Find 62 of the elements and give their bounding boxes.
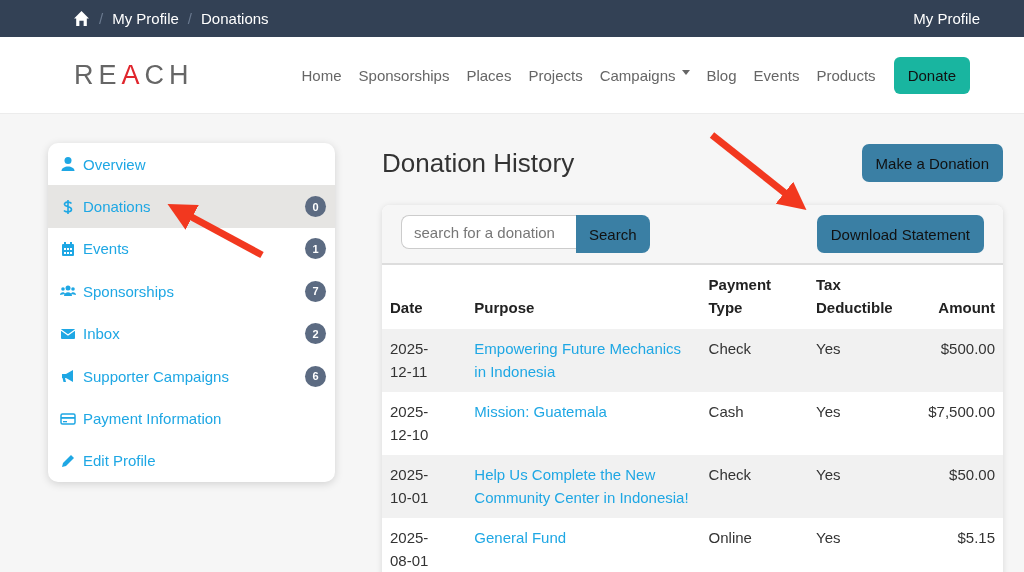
date-cell-text: 2025-12-11 [390,339,430,382]
table-cell: $7,500.00 [928,403,995,420]
table-cell: Check [708,340,752,357]
date-cell-text: 2025-10-01 [390,465,430,508]
megaphone-icon [60,368,76,385]
count-badge: 0 [305,196,326,218]
home-icon[interactable] [73,10,90,27]
table-cell: Yes [816,529,841,546]
date-cell-text: 2025-12-10 [390,402,430,445]
calendar-icon [60,240,76,257]
column-header: Payment Type [700,265,808,329]
breadcrumb-link[interactable]: My Profile [112,10,179,27]
credit-card-icon [60,410,76,427]
sidebar-item[interactable]: Sponsorships 7 [48,270,335,313]
table-cell: Yes [816,466,841,483]
table-cell: Cash [708,403,744,420]
sidebar-item[interactable]: Overview [48,143,335,186]
search-field[interactable]: search for a donation [401,215,576,249]
nav-link[interactable]: Blog [706,66,737,84]
sidebar-item[interactable]: Edit Profile [48,439,335,482]
purpose-link[interactable]: General Fund [474,526,693,549]
nav-link[interactable]: Sponsorships [358,66,450,84]
search-button[interactable]: Search [576,215,650,253]
sidebar-item[interactable]: Payment Information [48,397,335,440]
table-cell: Yes [816,403,841,420]
table-cell: Check [708,466,752,483]
date-cell-text: 2025-08-01 [390,528,430,571]
profile-link[interactable]: My Profile [913,10,980,27]
column-header: Purpose [466,265,701,329]
column-header: Tax Deductible [808,265,921,329]
make-donation-button[interactable]: Make a Donation [861,144,1003,182]
nav-link[interactable]: Campaigns [599,66,690,84]
nav-link[interactable]: Home [301,66,342,84]
sidebar-item[interactable]: Events 1 [48,227,335,271]
donate-button[interactable]: Donate [893,56,970,94]
download-statement-button[interactable]: Download Statement [816,215,984,253]
pencil-icon [60,452,76,469]
user-icon [60,156,76,173]
count-badge: 1 [305,238,326,260]
table-cell: Yes [816,340,841,357]
count-badge: 7 [305,280,326,302]
table-cell: $500.00 [940,340,995,357]
column-header: Date [382,265,467,329]
logo[interactable]: REA CH [74,59,194,91]
breadcrumb-separator: / [99,10,104,27]
count-badge: 2 [305,323,326,345]
nav-link[interactable]: Projects [528,66,583,84]
table-cell: $50.00 [949,466,995,483]
sidebar-item[interactable]: Inbox 2 [48,312,335,355]
table-cell: Online [708,529,752,546]
breadcrumb-separator: / [187,10,193,27]
purpose-link[interactable]: Mission: Guatemala [474,400,693,423]
breadcrumb-current[interactable]: Donations [201,10,269,27]
page-title: Donation History [382,147,575,179]
count-badge: 6 [305,365,326,387]
table-cell: $5.15 [957,529,995,546]
nav-link[interactable]: Events [753,66,800,84]
column-header: Amount [920,265,1003,329]
sidebar-item[interactable]: Supporter Campaigns 6 [48,354,335,398]
nav-link[interactable]: Places [466,66,512,84]
nav-link[interactable]: Products [816,66,876,84]
sidebar-item[interactable]: Donations 0 [48,185,335,228]
